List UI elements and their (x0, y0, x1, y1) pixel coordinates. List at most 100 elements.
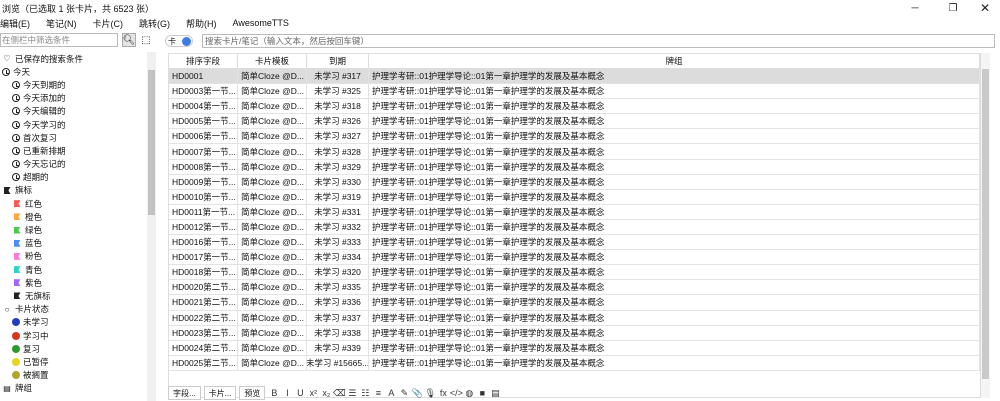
table-row[interactable]: HD0008第一节... 简单Cloze @D... 未学习 #329 护理学考研::… (169, 159, 980, 175)
format-icon[interactable]: ◍ (463, 386, 475, 400)
sidebar-item[interactable]: 复习 (0, 342, 148, 355)
column-header-sort-field[interactable]: 排序字段 (169, 54, 238, 68)
table-row[interactable]: HD0007第一节... 简单Cloze @D... 未学习 #328 护理学考研::… (169, 144, 980, 160)
flag-shape (13, 266, 21, 274)
format-icon[interactable]: x² (307, 386, 319, 400)
table-row[interactable]: HD0022第二节... 简单Cloze @D... 未学习 #337 护理学考研::… (169, 310, 980, 326)
column-header-card-template[interactable]: 卡片模板 (238, 54, 307, 68)
sidebar-item[interactable]: 无旗标 (0, 289, 148, 302)
flag-icon (2, 185, 12, 195)
format-icon[interactable]: A (385, 386, 397, 400)
table-row[interactable]: HD0021第二节... 简单Cloze @D... 未学习 #336 护理学考研::… (169, 295, 980, 311)
sidebar-item[interactable]: ▤ 牌组 (0, 382, 148, 395)
table-row[interactable]: HD0023第二节... 简单Cloze @D... 未学习 #338 护理学考研::… (169, 325, 980, 341)
sidebar-item[interactable]: 红色 (0, 197, 148, 210)
sidebar-item[interactable]: 被搁置 (0, 369, 148, 382)
menu-item[interactable]: 卡片(C) (93, 17, 124, 30)
sidebar-item[interactable]: 今天到期的 (0, 78, 148, 91)
format-icon[interactable]: ☰ (346, 386, 358, 400)
table-row[interactable]: HD0011第一节... 简单Cloze @D... 未学习 #331 护理学考研::… (169, 204, 980, 220)
cell-due: 未学习 #327 (307, 129, 369, 144)
sidebar-item[interactable]: 首次复习 (0, 131, 148, 144)
format-icon[interactable]: ≡ (372, 386, 384, 400)
main-search-input[interactable]: 搜索卡片/笔记（输入文本，然后按回车键） (202, 34, 995, 48)
cell-deck: 护理学考研::01护理学导论::01第一章护理学的发展及基本概念 (369, 159, 980, 174)
cards-notes-toggle[interactable]: 卡 (165, 35, 193, 47)
table-scrollbar[interactable] (981, 53, 990, 398)
format-icon[interactable]: fx (437, 386, 449, 400)
menu-item[interactable]: AwesomeTTS (233, 18, 289, 28)
sidebar-item[interactable]: 今天忘记的 (0, 158, 148, 171)
menu-item[interactable]: 跳转(G) (139, 17, 170, 30)
column-header-deck[interactable]: 牌组 (369, 54, 980, 68)
table-row[interactable]: HD0009第一节... 简单Cloze @D... 未学习 #330 护理学考研::… (169, 174, 980, 190)
search-icon[interactable]: 🔍︎ (122, 33, 136, 47)
menu-item[interactable]: 编辑(E) (0, 17, 30, 30)
editor-button[interactable]: 预览 (239, 386, 266, 400)
cell-deck: 护理学考研::01护理学导论::01第一章护理学的发展及基本概念 (369, 99, 980, 114)
format-icon[interactable]: U (294, 386, 306, 400)
sidebar-item[interactable]: ○ 卡片状态 (0, 303, 148, 316)
sidebar-item[interactable]: 粉色 (0, 250, 148, 263)
close-icon[interactable]: ✕ (970, 0, 1000, 16)
cell-sort-field: HD0010第一节... (169, 189, 238, 204)
sidebar-item[interactable]: 橙色 (0, 210, 148, 223)
format-icon[interactable]: ▤ (489, 386, 501, 400)
format-icon[interactable]: I (281, 386, 293, 400)
format-icon[interactable]: ■ (476, 386, 488, 400)
table-row[interactable]: HD0003第一节... 简单Cloze @D... 未学习 #325 护理学考研::… (169, 84, 980, 100)
format-icon[interactable]: 📎 (411, 386, 423, 400)
table-row[interactable]: HD0016第一节... 简单Cloze @D... 未学习 #333 护理学考研::… (169, 235, 980, 251)
table-row[interactable]: HD0005第一节... 简单Cloze @D... 未学习 #326 护理学考研::… (169, 114, 980, 130)
format-icon[interactable]: ☷ (359, 386, 371, 400)
sidebar-item[interactable]: 已暂停 (0, 355, 148, 368)
format-icon[interactable]: x₂ (320, 386, 332, 400)
sidebar-item-label: 卡片状态 (15, 304, 50, 315)
select-tool-icon[interactable]: ⬚ (139, 33, 153, 47)
sidebar-item[interactable]: 今天添加的 (0, 92, 148, 105)
format-icon[interactable]: ⌫ (333, 386, 346, 400)
format-icon[interactable]: ✎ (398, 386, 410, 400)
table-row[interactable]: HD0012第一节... 简单Cloze @D... 未学习 #332 护理学考研::… (169, 219, 980, 236)
table-row[interactable]: HD0004第一节... 简单Cloze @D... 未学习 #318 护理学考研::… (169, 99, 980, 115)
editor-button[interactable]: 字段... (168, 386, 201, 400)
table-row[interactable]: HD0024第二节... 简单Cloze @D... 未学习 #339 护理学考研::… (169, 340, 980, 356)
sidebar-item[interactable]: 学习中 (0, 329, 148, 342)
menu-item[interactable]: 笔记(N) (46, 17, 77, 30)
minimize-icon[interactable]: ─ (900, 0, 930, 16)
maximize-icon[interactable]: ❐ (938, 0, 968, 16)
editor-button[interactable]: 卡片... (203, 386, 237, 400)
table-row[interactable]: HD0025第二节... 简单Cloze @D... 未学习 #15665... 护理… (169, 355, 980, 371)
sidebar-item[interactable]: 今天编辑的 (0, 105, 148, 118)
sidebar-item[interactable]: 青色 (0, 263, 148, 276)
sidebar-item[interactable]: 旗标 (0, 184, 148, 197)
table-row[interactable]: HD0006第一节... 简单Cloze @D... 未学习 #327 护理学考研::… (169, 129, 980, 145)
table-row[interactable]: HD0018第一节... 简单Cloze @D... 未学习 #320 护理学考研::… (169, 265, 980, 281)
format-icon[interactable]: B (268, 386, 280, 400)
sidebar-search-input[interactable]: 在侧栏中筛选条件 (0, 33, 118, 47)
sidebar-scrollbar-thumb[interactable] (148, 70, 155, 215)
sidebar-item[interactable]: 绿色 (0, 223, 148, 236)
table-row[interactable]: HD0020第二节... 简单Cloze @D... 未学习 #335 护理学考研::… (169, 280, 980, 296)
cell-sort-field: HD0008第一节... (169, 159, 238, 174)
sidebar-item[interactable]: 已重新排期 (0, 144, 148, 157)
circle-icon: ○ (4, 304, 10, 314)
table-scrollbar-thumb[interactable] (982, 69, 989, 379)
table-row[interactable]: HD0017第一节... 简单Cloze @D... 未学习 #334 护理学考研::… (169, 250, 980, 266)
table-row[interactable]: HD0010第一节... 简单Cloze @D... 未学习 #319 护理学考研::… (169, 189, 980, 205)
sidebar-item[interactable]: 未学习 (0, 316, 148, 329)
sidebar-scrollbar[interactable] (147, 52, 156, 401)
column-header-due[interactable]: 到期 (307, 54, 369, 68)
sidebar-item[interactable]: 今天 (0, 65, 148, 78)
sidebar-item[interactable]: 今天学习的 (0, 118, 148, 131)
format-icon[interactable]: </> (450, 386, 463, 400)
sidebar-item[interactable]: 紫色 (0, 276, 148, 289)
table-row[interactable]: HD0001 简单Cloze @D... 未学习 #317 护理学考研::01护理学导… (169, 69, 980, 85)
sidebar-item[interactable]: 超期的 (0, 171, 148, 184)
format-icon[interactable]: 🎙 (424, 386, 436, 400)
heart-icon: ♡ (3, 54, 11, 64)
sidebar-item[interactable]: 蓝色 (0, 237, 148, 250)
sidebar-item-label: 旗标 (15, 185, 33, 196)
menu-item[interactable]: 帮助(H) (186, 17, 217, 30)
sidebar-item[interactable]: ♡ 已保存的搜索条件 (0, 52, 148, 65)
